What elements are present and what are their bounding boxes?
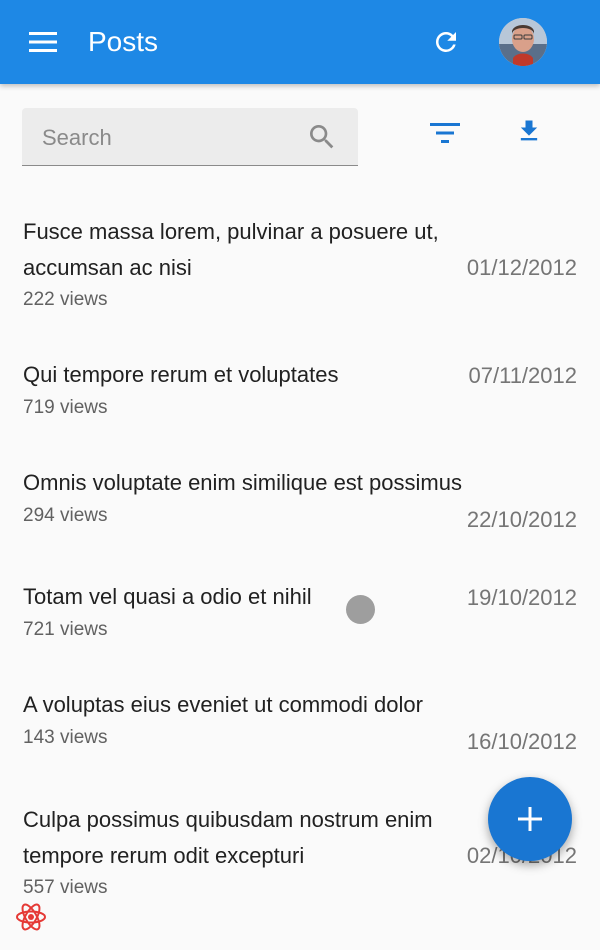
search-icon[interactable]: [306, 121, 338, 153]
list-item[interactable]: Qui tempore rerum et voluptates 719 view…: [0, 357, 600, 437]
list-item[interactable]: Omnis voluptate enim similique est possi…: [0, 465, 600, 545]
avatar[interactable]: [499, 18, 547, 66]
app-title: Posts: [88, 26, 159, 57]
refresh-icon[interactable]: [424, 20, 468, 64]
post-views: 719 views: [23, 397, 108, 418]
filter-icon[interactable]: [426, 114, 464, 152]
list-item[interactable]: Totam vel quasi a odio et nihil 721 view…: [0, 579, 600, 659]
post-title: Culpa possimus quibusdam nostrum enim te…: [23, 807, 433, 868]
post-views: 294 views: [23, 505, 108, 526]
post-title: Totam vel quasi a odio et nihil: [23, 584, 312, 609]
post-title: Omnis voluptate enim similique est possi…: [23, 470, 462, 495]
post-date: 19/10/2012: [466, 585, 577, 610]
post-title: Qui tempore rerum et voluptates: [23, 362, 339, 387]
search-field[interactable]: [22, 108, 358, 166]
post-views: 721 views: [23, 619, 108, 640]
post-date: 16/10/2012: [466, 729, 577, 754]
post-views: 222 views: [23, 289, 108, 310]
search-input[interactable]: [40, 120, 304, 156]
add-post-button[interactable]: [488, 777, 572, 861]
touch-indicator: [346, 595, 375, 624]
post-date: 22/10/2012: [466, 507, 577, 532]
post-date: 01/12/2012: [466, 255, 577, 280]
post-title: A voluptas eius eveniet ut commodi dolor: [23, 692, 423, 717]
download-icon[interactable]: [510, 112, 548, 150]
list-item[interactable]: Fusce massa lorem, pulvinar a posuere ut…: [0, 210, 600, 320]
app-bar: Posts: [0, 0, 600, 84]
post-title: Fusce massa lorem, pulvinar a posuere ut…: [23, 219, 439, 280]
plus-icon: [518, 807, 542, 831]
menu-icon[interactable]: [20, 22, 66, 62]
post-views: 557 views: [23, 877, 108, 898]
react-logo-icon: [16, 903, 46, 931]
post-views: 143 views: [23, 727, 108, 748]
list-item[interactable]: A voluptas eius eveniet ut commodi dolor…: [0, 687, 600, 767]
post-date: 07/11/2012: [468, 363, 577, 388]
